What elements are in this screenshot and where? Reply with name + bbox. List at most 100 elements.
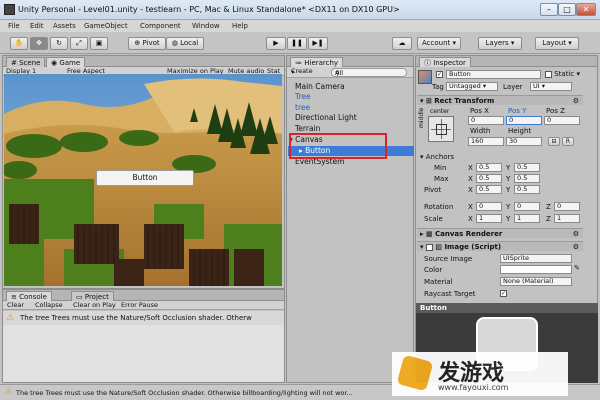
eyedropper-icon[interactable]: ✎ (574, 264, 580, 272)
game-icon: ◉ (51, 59, 58, 67)
rotation-y-field[interactable]: 0 (514, 202, 540, 211)
pos-x-field[interactable]: 0 (468, 116, 504, 125)
clear-button[interactable]: Clear (7, 301, 24, 310)
scale-z-field[interactable]: 1 (554, 214, 580, 223)
hierarchy-panel: ≔ Hierarchy Create ▾ ⚲ All Main Camera Tr… (286, 55, 414, 383)
color-swatch[interactable] (500, 265, 572, 274)
max-y-field[interactable]: 0.5 (514, 174, 540, 183)
rect-transform-header[interactable]: ▾ ⊞ Rect Transform ⚙ (417, 95, 583, 105)
height-label: Height (508, 127, 532, 135)
rect-tool-icon[interactable]: ▣ (90, 37, 108, 50)
clear-on-play-toggle[interactable]: Clear on Play (73, 301, 116, 310)
static-toggle[interactable]: Static ▾ (545, 70, 580, 78)
material-field[interactable]: None (Material) (500, 277, 572, 286)
pos-z-field[interactable]: 0 (544, 116, 580, 125)
height-field[interactable]: 30 (506, 137, 542, 146)
cloud-icon[interactable]: ☁ (392, 37, 412, 50)
close-window-button[interactable]: ✕ (576, 3, 596, 16)
min-x-field[interactable]: 0.5 (476, 163, 502, 172)
pivot-x-field[interactable]: 0.5 (476, 185, 502, 194)
scale-tool-icon[interactable]: ⤢ (70, 37, 88, 50)
local-toggle[interactable]: ◍ Local (166, 37, 204, 50)
minimize-button[interactable]: – (540, 3, 558, 16)
max-x-field[interactable]: 0.5 (476, 174, 502, 183)
rotate-tool-icon[interactable]: ↻ (50, 37, 68, 50)
account-label: Account (421, 39, 451, 47)
console-entry[interactable]: ⚠ The tree Trees must use the Nature/Sof… (3, 311, 284, 325)
rotation-x-field[interactable]: 0 (476, 202, 502, 211)
console-panel: ≡ Console ▭ Project Clear Collapse Clear… (2, 289, 285, 383)
move-tool-icon[interactable]: ✥ (30, 37, 48, 50)
play-button[interactable]: ▶ (266, 37, 286, 50)
maximize-button[interactable]: □ (558, 3, 576, 16)
gear-icon[interactable]: ⚙ (573, 96, 579, 106)
canvas-renderer-header[interactable]: ▸ ▦ Canvas Renderer ⚙ (417, 228, 583, 238)
menu-help[interactable]: Help (232, 22, 248, 30)
min-y-field[interactable]: 0.5 (514, 163, 540, 172)
menu-window[interactable]: Window (192, 22, 220, 30)
static-checkbox[interactable] (545, 70, 552, 78)
menu-edit[interactable]: Edit (30, 22, 44, 30)
hand-tool-icon[interactable]: ✋ (10, 37, 28, 50)
menu-component[interactable]: Component (140, 22, 181, 30)
game-view[interactable]: Button (4, 74, 282, 286)
menu-bar: File Edit Assets GameObject Component Wi… (0, 20, 600, 32)
rect-transform-icon: ⊞ (425, 97, 432, 105)
raw-edit-button[interactable]: R (562, 137, 574, 146)
account-dropdown[interactable]: Account ▾ (417, 37, 461, 50)
static-label: Static (554, 70, 575, 78)
hierarchy-item-main-camera[interactable]: Main Camera (295, 82, 345, 92)
tab-project[interactable]: ▭ Project (71, 291, 114, 301)
pivot-toggle[interactable]: ⊕ Pivot (128, 37, 166, 50)
error-pause-toggle[interactable]: Error Pause (121, 301, 158, 310)
pivot-label: Pivot (424, 186, 442, 194)
step-button[interactable]: ▶❚ (308, 37, 328, 50)
tab-hierarchy[interactable]: ≔ Hierarchy (290, 57, 344, 67)
rotation-z-axis: Z (546, 203, 551, 211)
anchor-presets-widget[interactable] (428, 116, 454, 142)
object-name-field[interactable]: Button (446, 70, 541, 79)
create-label: Create (291, 67, 313, 75)
menu-assets[interactable]: Assets (53, 22, 76, 30)
pivot-y-field[interactable]: 0.5 (514, 185, 540, 194)
gear-icon[interactable]: ⚙ (573, 229, 579, 239)
create-dropdown[interactable]: Create ▾ (291, 67, 313, 78)
blueprint-mode-icon[interactable]: ⊟ (548, 137, 560, 146)
pos-y-field[interactable]: 0 (506, 116, 542, 125)
rotation-x-axis: X (468, 203, 473, 211)
image-icon: ▨ (435, 243, 443, 251)
collapse-button[interactable]: Collapse (35, 301, 63, 310)
image-script-header[interactable]: ▾ ▨ Image (Script) ⚙ (417, 241, 583, 251)
hierarchy-item-directional-light[interactable]: Directional Light (295, 113, 357, 123)
rotation-z-field[interactable]: 0 (554, 202, 580, 211)
active-checkbox[interactable]: ✓ (436, 70, 443, 78)
pos-y-label: Pos Y (508, 107, 527, 115)
layer-dropdown[interactable]: UI ▾ (530, 82, 572, 91)
hierarchy-icon: ≔ (295, 59, 302, 67)
tab-scene[interactable]: # Scene (6, 57, 46, 67)
layers-dropdown[interactable]: Layers ▾ (478, 37, 522, 50)
pause-button[interactable]: ❚❚ (287, 37, 307, 50)
width-field[interactable]: 160 (468, 137, 504, 146)
image-enabled-checkbox[interactable] (425, 243, 433, 251)
tag-dropdown[interactable]: Untagged ▾ (446, 82, 498, 91)
tab-game[interactable]: ◉ Game (46, 57, 86, 67)
tab-inspector[interactable]: ⓘ Inspector (419, 57, 471, 67)
layout-dropdown[interactable]: Layout ▾ (535, 37, 579, 50)
tab-console[interactable]: ≡ Console (6, 291, 52, 301)
local-label: Local (180, 39, 199, 47)
tab-project-label: Project (84, 293, 109, 301)
tab-game-label: Game (59, 59, 81, 67)
game-ui-button[interactable]: Button (96, 170, 194, 186)
menu-file[interactable]: File (8, 22, 20, 30)
scale-x-field[interactable]: 1 (476, 214, 502, 223)
raycast-target-checkbox[interactable]: ✓ (500, 289, 507, 297)
hierarchy-item-tree-lower[interactable]: tree (295, 103, 310, 113)
hierarchy-search[interactable]: ⚲ All (331, 68, 407, 77)
anchors-foldout[interactable]: ▾ Anchors (420, 153, 454, 161)
gear-icon[interactable]: ⚙ (573, 242, 579, 252)
scale-y-field[interactable]: 1 (514, 214, 540, 223)
source-image-field[interactable]: UISprite (500, 254, 572, 263)
menu-gameobject[interactable]: GameObject (84, 22, 128, 30)
hierarchy-item-tree[interactable]: Tree (295, 92, 311, 102)
